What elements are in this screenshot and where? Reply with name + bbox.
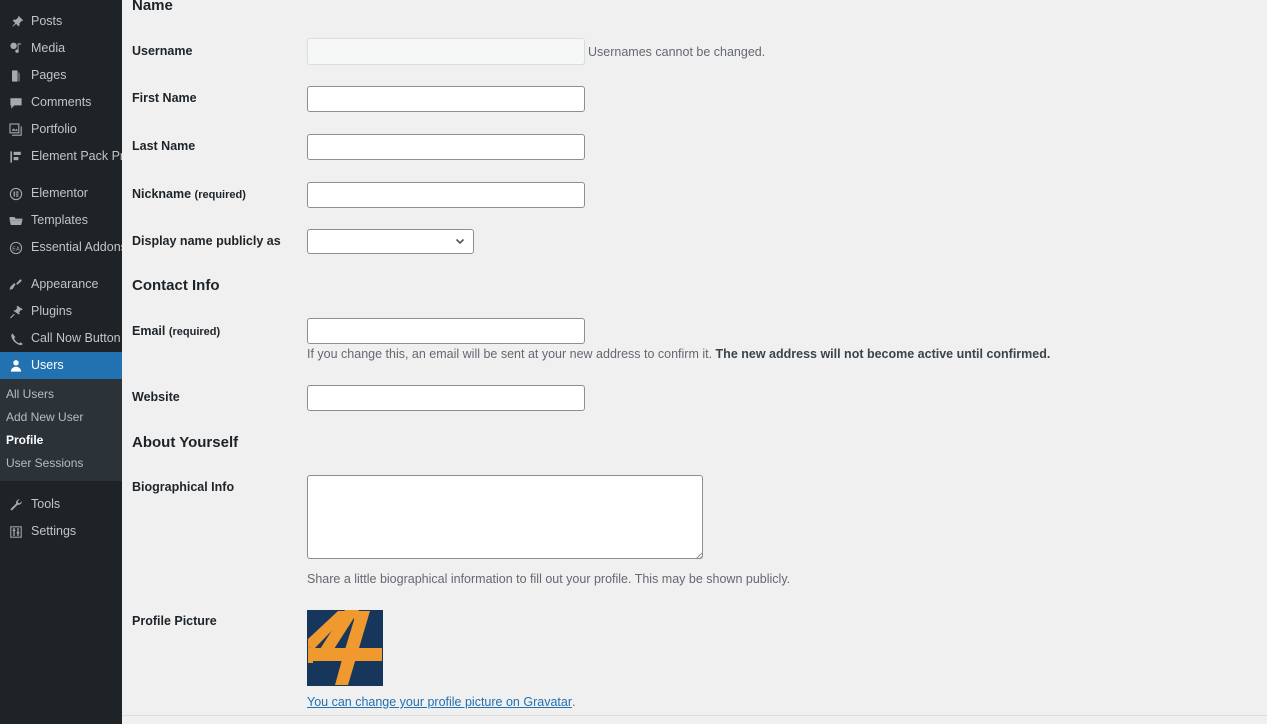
sidebar-item-label: Comments [31,95,92,109]
biographical-info-textarea[interactable] [307,475,703,559]
email-required-suffix: (required) [168,326,221,338]
username-input [307,38,585,65]
sidebar-item-label: Appearance [31,277,99,291]
username-label: Username [132,44,193,58]
display-name-select[interactable] [307,229,474,254]
sidebar-item-label: Plugins [31,304,72,318]
profile-form: Name Username Usernames cannot be change… [122,0,1267,724]
sidebar-item-essential-addons[interactable]: EA Essential Addons [0,234,122,261]
sidebar-item-label: Essential Addons [31,240,122,254]
profile-picture-label: Profile Picture [132,614,217,628]
biographical-info-label: Biographical Info [132,480,235,494]
sidebar-divider [0,170,122,180]
website-input[interactable] [307,385,585,411]
comment-bubble-icon [6,93,26,113]
display-name-select-wrap [307,229,474,254]
nickname-input[interactable] [307,182,585,208]
sidebar-item-label: Templates [31,213,88,227]
nickname-required-suffix: (required) [194,189,246,201]
sidebar-item-label: Call Now Button [31,331,121,345]
folder-icon [6,211,26,231]
first-name-input[interactable] [307,86,585,112]
gravatar-change-link[interactable]: You can change your profile picture on G… [307,695,575,709]
sidebar-item-posts[interactable]: Posts [0,8,122,35]
display-name-label: Display name publicly as [132,234,281,248]
website-label: Website [132,390,180,404]
sidebar-item-label: Media [31,41,66,55]
user-icon [6,356,26,376]
portfolio-icon [6,120,26,140]
sidebar-group-site: Appearance Plugins Call Now Button Users [0,271,122,481]
email-label: Email (required) [132,324,220,338]
sidebar-item-label: Pages [31,68,67,82]
media-icon [6,39,26,59]
plug-icon [6,302,26,322]
sidebar-item-call-now-button[interactable]: Call Now Button [0,325,122,352]
sidebar-item-element-pack-pro[interactable]: Element Pack Pro [0,143,122,170]
sidebar-item-pages[interactable]: Pages [0,62,122,89]
sidebar-item-label: Settings [31,524,77,538]
gravatar-link-period: . [571,695,576,709]
section-title-contact-info: Contact Info [132,277,220,294]
sidebar-item-settings[interactable]: Settings [0,518,122,545]
sliders-icon [6,522,26,542]
section-title-name: Name [132,0,173,14]
email-note-bold: The new address will not become active u… [715,347,1051,361]
sidebar-item-portfolio[interactable]: Portfolio [0,116,122,143]
sidebar-item-plugins[interactable]: Plugins [0,298,122,325]
pin-icon [6,12,26,32]
sidebar-item-templates[interactable]: Templates [0,207,122,234]
essential-addons-icon: EA [6,238,26,258]
email-note-plain: If you change this, an email will be sen… [307,347,716,361]
sidebar-group-builder: Elementor Templates EA Essential Addons [0,180,122,261]
sidebar-divider [0,481,122,491]
submenu-item-profile[interactable]: Profile [0,429,122,452]
email-label-text: Email [132,324,166,338]
sidebar-item-elementor[interactable]: Elementor [0,180,122,207]
submenu-item-add-new-user[interactable]: Add New User [0,406,122,429]
first-name-label: First Name [132,91,197,105]
sidebar-item-label: Elementor [31,186,88,200]
element-pack-icon [6,147,26,167]
gravatar-link-text: You can change your profile picture on G… [307,695,572,709]
sidebar-item-users[interactable]: Users [0,352,122,379]
phone-icon [6,329,26,349]
last-name-label: Last Name [132,139,196,153]
sidebar-item-label: Users [31,358,64,372]
pages-icon [6,66,26,86]
paintbrush-icon [6,275,26,295]
bottom-divider [122,715,1267,716]
avatar-logo-icon [307,610,383,686]
last-name-input[interactable] [307,134,585,160]
sidebar-item-appearance[interactable]: Appearance [0,271,122,298]
sidebar-item-tools[interactable]: Tools [0,491,122,518]
biographical-info-note: Share a little biographical information … [307,572,791,586]
svg-text:EA: EA [12,246,20,252]
section-title-about-yourself: About Yourself [132,434,239,451]
submenu-item-all-users[interactable]: All Users [0,383,122,406]
submenu-item-user-sessions[interactable]: User Sessions [0,452,122,475]
sidebar-group-admin: Tools Settings [0,491,122,545]
sidebar-item-label: Posts [31,14,63,28]
username-note: Usernames cannot be changed. [588,45,766,59]
email-input[interactable] [307,318,585,344]
elementor-circle-icon [6,184,26,204]
nickname-label: Nickname (required) [132,187,246,201]
sidebar-item-label: Portfolio [31,122,77,136]
wordpress-admin-profile-screen: Posts Media Pages Comments Portfolio Ele… [0,0,1267,724]
sidebar-item-comments[interactable]: Comments [0,89,122,116]
users-submenu: All Users Add New User Profile User Sess… [0,379,122,481]
email-note: If you change this, an email will be sen… [307,347,1050,361]
sidebar-item-media[interactable]: Media [0,35,122,62]
avatar [307,610,383,686]
sidebar-divider [0,261,122,271]
wrench-icon [6,495,26,515]
admin-sidebar: Posts Media Pages Comments Portfolio Ele… [0,0,122,724]
sidebar-item-label: Element Pack Pro [31,149,122,163]
sidebar-group-content: Posts Media Pages Comments Portfolio Ele… [0,8,122,170]
nickname-label-text: Nickname [132,187,192,201]
sidebar-item-label: Tools [31,497,61,511]
